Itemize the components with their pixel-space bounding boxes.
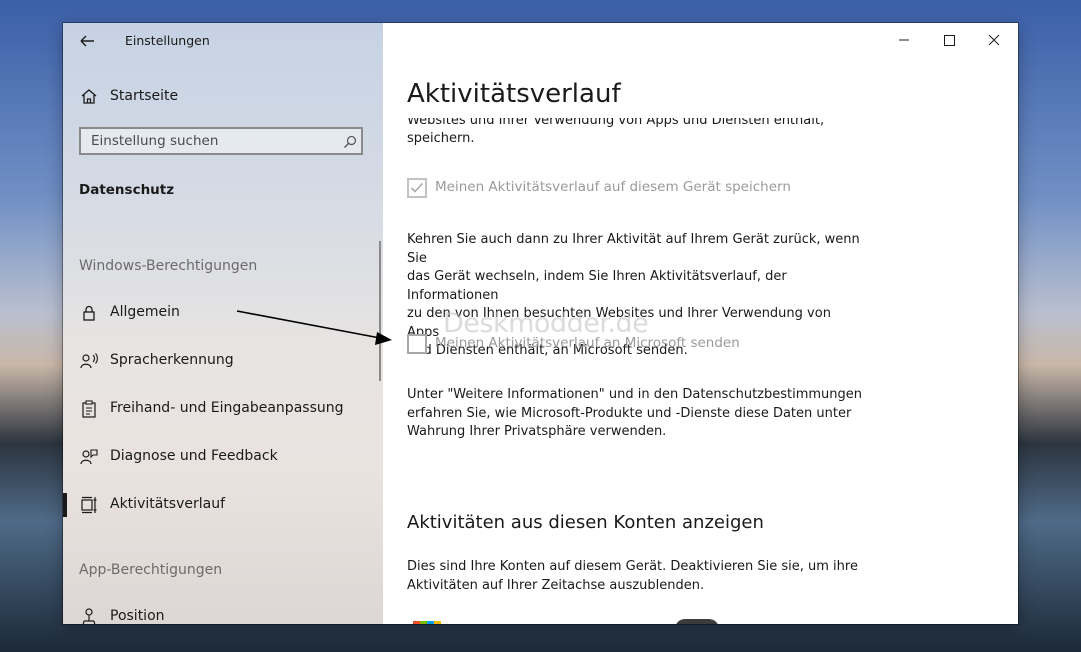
annotation-arrow-icon — [236, 310, 392, 345]
